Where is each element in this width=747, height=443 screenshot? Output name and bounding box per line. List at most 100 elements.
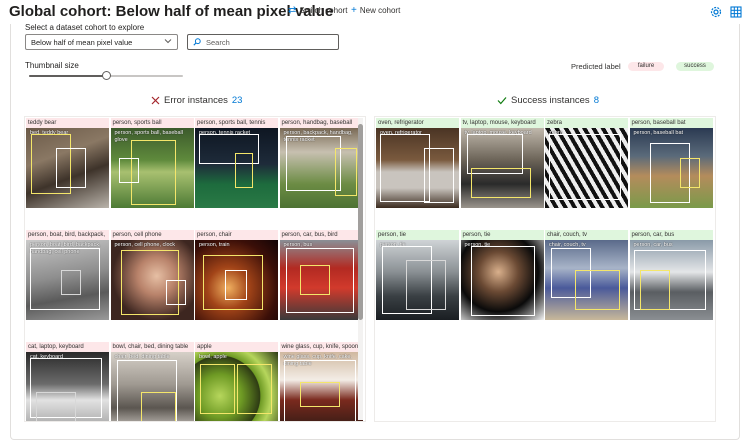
error-instances-label: Error instances [164,95,228,106]
tile-label: person, tie [460,230,544,240]
tile-label: teddy bear [26,118,109,128]
instance-image: person, train [195,240,278,320]
instance-image: oven, refrigerator [376,128,459,208]
error-instances-header: Error instances 23 [151,95,242,106]
tile-label: apple [195,342,278,352]
success-instance-tile[interactable]: tv, laptop, mouse, keyboard tv, laptop, m… [460,118,544,210]
new-cohort-label: New cohort [359,6,401,15]
bounding-box [334,148,357,196]
instance-image: chair, couch, tv [545,240,628,320]
bounding-box [225,270,247,300]
bounding-box [575,270,620,310]
instance-image: bed, teddy bear [26,128,109,208]
success-instances-label: Success instances [511,95,590,106]
bounding-box [549,134,621,200]
success-instance-tile[interactable]: chair, couch, tv chair, couch, tv [545,230,628,322]
cohort-dropdown-value: Below half of mean pixel value [31,38,133,47]
instance-image: person, tie [376,240,459,320]
error-instance-tile[interactable]: wine glass, cup, knife, spoon, wine glass… [279,342,363,421]
error-instance-tile[interactable]: cat, laptop, keyboard cat, keyboard [26,342,109,421]
error-instances-count: 23 [231,95,243,106]
page-title: Global cohort: Below half of mean pixel … [9,3,334,20]
bounding-box [380,134,430,202]
prediction-box-label: person, baseball bat [633,130,684,136]
instance-image: chair, bed, dining table [110,352,194,421]
bounding-box [285,136,341,191]
success-instances-count: 8 [593,95,599,106]
error-instance-tile[interactable]: person, handbag, baseball person, backpac… [279,118,363,210]
instance-image: person, boat, bird, backpack, handbag, c… [26,240,109,320]
error-instance-tile[interactable]: person, sports ball person, sports ball, … [110,118,194,210]
bounding-box [200,364,235,414]
instance-image: person, cell phone, clock [110,240,194,320]
instance-image: person, bus [279,240,363,320]
prediction-box-label: person, train [199,242,230,248]
tile-label: person, handbag, baseball [279,118,363,128]
bounding-box [61,270,81,295]
tile-label: cat, laptop, keyboard [26,342,109,352]
switch-cohort-button[interactable]: ⇄ Switch cohort [288,4,347,16]
error-instance-tile[interactable]: person, sports ball, tennis person, tenni… [195,118,278,210]
prediction-box-label: bowl, apple [199,354,227,360]
bounding-box [679,158,700,188]
tile-label: person, cell phone [110,230,194,240]
switch-icon: ⇄ [288,4,297,16]
grid-icon[interactable] [730,6,742,18]
bounding-box [406,260,446,310]
error-instance-tile[interactable]: person, boat, bird, backpack, person, boa… [26,230,109,322]
prediction-box-label: person, cell phone, clock [114,242,176,248]
success-badge: success [676,62,714,71]
tile-label: chair, couch, tv [545,230,628,240]
tile-label: person, sports ball, tennis [195,118,278,128]
check-icon [497,97,507,105]
success-instance-tile[interactable]: person, tie person, tie [376,230,459,322]
new-cohort-button[interactable]: + New cohort [351,5,401,15]
error-instance-tile[interactable]: person, car, bus, bird person, bus [279,230,363,322]
thumbnail-size-slider[interactable] [29,71,183,81]
success-instance-tile[interactable]: zebra zebra [545,118,628,210]
tile-label: wine glass, cup, knife, spoon, [279,342,363,352]
error-instance-tile[interactable]: apple bowl, apple [195,342,278,421]
scrollbar-thumb[interactable] [358,124,363,320]
bounding-box [165,280,186,305]
tile-label: person, boat, bird, backpack, [26,230,109,240]
success-instances-panel: oven, refrigerator oven, refrigerator tv, … [374,116,716,422]
search-input[interactable]: Search [187,34,339,50]
bounding-box [299,382,340,407]
error-instance-tile[interactable]: bowl, chair, bed, dining table chair, bed… [110,342,194,421]
tile-label: person, car, bus, bird [279,230,363,240]
slider-thumb[interactable] [101,71,111,80]
prediction-box-label: person, car, bus [633,242,673,248]
instance-image: person, baseball bat [629,128,713,208]
search-icon [193,38,201,46]
instance-image: person, tennis racket [195,128,278,208]
failure-badge: failure [628,62,664,71]
cohort-dropdown[interactable]: Below half of mean pixel value [25,34,178,50]
tile-label: tv, laptop, mouse, keyboard [460,118,544,128]
success-instance-tile[interactable]: oven, refrigerator oven, refrigerator [376,118,459,210]
page: Global cohort: Below half of mean pixel … [0,0,747,443]
instance-image: person, sports ball, baseball glove [110,128,194,208]
bounding-box [639,270,670,310]
instance-image: bowl, apple [195,352,278,421]
success-instance-tile[interactable]: person, baseball bat person, baseball bat [629,118,713,210]
error-panel-scrollbar[interactable] [358,118,363,420]
bounding-box [299,265,330,295]
error-instances-panel: teddy bear bed, teddy bear person, sports … [24,116,366,422]
bounding-box [56,148,86,188]
slider-fill [29,75,106,77]
success-instance-tile[interactable]: person, tie person, tie [460,230,544,322]
gear-icon[interactable] [710,6,722,18]
instance-image: person, backpack, handbag, tennis racket [279,128,363,208]
bounding-box [424,148,454,203]
chevron-down-icon [164,39,172,44]
bounding-box [470,246,535,316]
error-instance-tile[interactable]: person, chair person, train [195,230,278,322]
error-instance-tile[interactable]: person, cell phone person, cell phone, cl… [110,230,194,322]
bounding-box [36,392,76,421]
predicted-label-text: Predicted label [571,62,621,71]
error-instance-tile[interactable]: teddy bear bed, teddy bear [26,118,109,210]
bounding-box [118,158,139,183]
instance-image: tv, laptop, mouse, keyboard [460,128,544,208]
success-instance-tile[interactable]: person, car, bus person, car, bus [629,230,713,322]
